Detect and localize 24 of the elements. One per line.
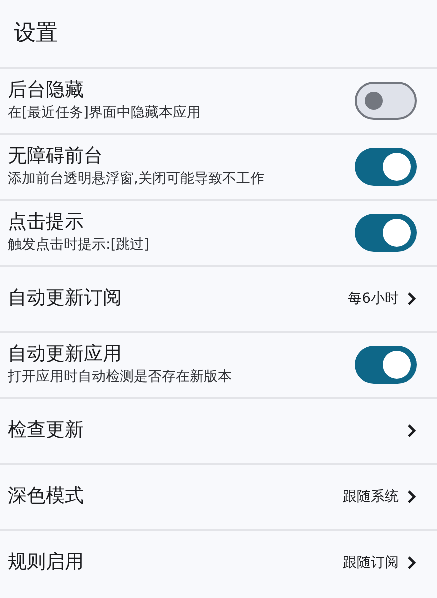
- setting-description: 在[最近任务]界面中隐藏本应用: [8, 105, 201, 123]
- chevron-right-icon[interactable]: [407, 490, 417, 504]
- setting-description: 添加前台透明悬浮窗,关闭可能导致不工作: [8, 171, 264, 189]
- setting-description: 打开应用时自动检测是否存在新版本: [8, 369, 232, 387]
- toggle-switch[interactable]: [355, 214, 417, 252]
- setting-value: 跟随订阅: [343, 554, 399, 572]
- page-title: 设置: [14, 20, 58, 48]
- setting-label: 规则启用: [8, 551, 84, 575]
- chevron-right-icon[interactable]: [407, 292, 417, 306]
- toggle-switch[interactable]: [355, 148, 417, 186]
- setting-value: 每6小时: [348, 290, 399, 308]
- setting-label: 检查更新: [8, 419, 84, 443]
- setting-label: 自动更新应用: [8, 343, 123, 368]
- setting-label: 无障碍前台: [8, 145, 104, 170]
- setting-label: 点击提示: [8, 211, 85, 236]
- setting-value: 跟随系统: [343, 488, 399, 506]
- setting-description: 触发点击时提示:[跳过]: [8, 237, 150, 255]
- chevron-right-icon[interactable]: [407, 556, 417, 570]
- setting-label: 后台隐藏: [8, 79, 85, 104]
- toggle-switch[interactable]: [355, 82, 417, 120]
- setting-label: 自动更新订阅: [8, 287, 122, 311]
- setting-label: 深色模式: [8, 485, 84, 509]
- toggle-switch[interactable]: [355, 346, 417, 384]
- chevron-right-icon[interactable]: [407, 424, 417, 438]
